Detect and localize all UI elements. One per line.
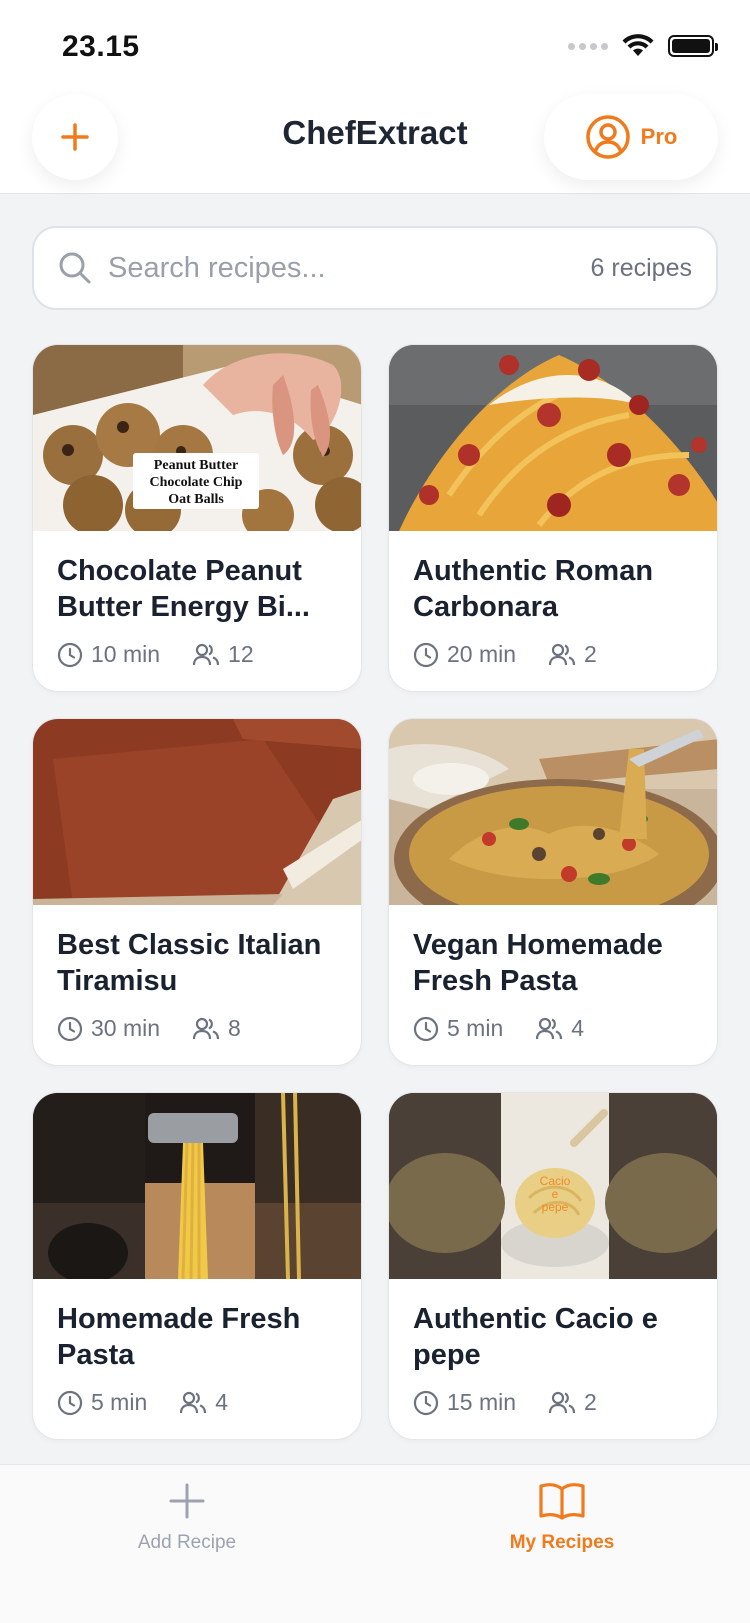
recipe-title: Vegan Homemade Fresh Pasta xyxy=(413,929,663,997)
recipe-title: Authentic Cacio e pepe xyxy=(413,1303,658,1371)
bottom-tab-bar: Add Recipe My Recipes xyxy=(0,1464,750,1623)
recipe-thumbnail xyxy=(33,1093,361,1279)
recipe-grid: Peanut Butter Chocolate Chip Oat Balls C… xyxy=(32,344,718,1440)
status-icons xyxy=(568,34,718,58)
cellular-signal-icon xyxy=(568,42,608,50)
recipe-thumbnail xyxy=(33,719,361,905)
recipe-time: 10 min xyxy=(91,641,161,667)
recipe-thumbnail: Cacio e pepe xyxy=(389,1093,717,1279)
recipe-title: Chocolate Peanut Butter Energy Bi... xyxy=(57,555,310,623)
search-bar: 6 recipes xyxy=(32,226,718,310)
recipe-servings: 2 xyxy=(584,641,597,667)
recipe-servings: 4 xyxy=(571,1015,585,1041)
svg-text:Chocolate Chip: Chocolate Chip xyxy=(150,475,243,490)
wifi-icon xyxy=(622,34,654,56)
plus-icon xyxy=(169,1483,205,1519)
tab-add-recipe[interactable]: Add Recipe xyxy=(87,1481,287,1554)
svg-text:Peanut Butter: Peanut Butter xyxy=(154,458,238,473)
recipe-servings: 4 xyxy=(215,1389,229,1415)
search-icon xyxy=(59,252,91,284)
recipe-card[interactable]: Cacio e pepe Authentic Cacio e pepe 15 m… xyxy=(388,1092,718,1440)
recipe-title: Homemade Fresh Pasta xyxy=(57,1303,301,1371)
search-input[interactable] xyxy=(108,251,591,285)
recipe-title: Authentic Roman Carbonara xyxy=(413,555,654,623)
recipe-card[interactable]: Homemade Fresh Pasta 5 min 4 xyxy=(32,1092,362,1440)
recipe-thumbnail xyxy=(389,345,717,531)
recipe-card[interactable]: Vegan Homemade Fresh Pasta 5 min 4 xyxy=(388,718,718,1066)
clock-icon xyxy=(413,1390,439,1415)
recipe-servings: 8 xyxy=(228,1015,241,1041)
pro-account-button[interactable]: Pro xyxy=(544,94,718,180)
recipe-title: Best Classic Italian Tiramisu xyxy=(57,929,322,997)
tab-add-recipe-label: Add Recipe xyxy=(137,1532,237,1553)
status-bar: 23.15 xyxy=(0,0,750,90)
recipe-thumbnail xyxy=(389,719,717,905)
svg-text:Oat Balls: Oat Balls xyxy=(168,492,224,507)
clock-icon xyxy=(57,642,83,667)
servings-icon xyxy=(536,1017,563,1039)
servings-icon xyxy=(548,643,576,665)
tab-my-recipes-label: My Recipes xyxy=(509,1532,615,1553)
svg-text:e: e xyxy=(552,1187,559,1201)
recipe-card[interactable]: Peanut Butter Chocolate Chip Oat Balls C… xyxy=(32,344,362,692)
recipe-time: 15 min xyxy=(447,1389,517,1415)
recipe-card[interactable]: Authentic Roman Carbonara 20 min 2 xyxy=(388,344,718,692)
open-book-icon xyxy=(539,1483,585,1520)
svg-text:Cacio: Cacio xyxy=(540,1174,571,1188)
servings-icon xyxy=(548,1391,576,1413)
clock-icon xyxy=(413,642,439,667)
recipe-servings: 12 xyxy=(228,641,254,667)
status-time: 23.15 xyxy=(62,30,140,63)
pro-label: Pro xyxy=(640,124,678,149)
svg-text:pepe: pepe xyxy=(542,1200,569,1214)
recipe-time: 5 min xyxy=(447,1015,504,1041)
recipe-thumbnail: Peanut Butter Chocolate Chip Oat Balls xyxy=(33,345,361,531)
clock-icon xyxy=(57,1390,83,1415)
recipe-card[interactable]: Best Classic Italian Tiramisu 30 min 8 xyxy=(32,718,362,1066)
tab-my-recipes[interactable]: My Recipes xyxy=(462,1481,662,1554)
clock-icon xyxy=(413,1016,439,1041)
recipe-time: 20 min xyxy=(447,641,517,667)
user-profile-icon xyxy=(585,115,630,159)
servings-icon xyxy=(192,643,220,665)
servings-icon xyxy=(192,1017,220,1039)
servings-icon xyxy=(180,1391,207,1413)
clock-icon xyxy=(57,1016,83,1041)
recipe-count: 6 recipes xyxy=(590,253,692,282)
recipe-time: 30 min xyxy=(91,1015,161,1041)
recipe-servings: 2 xyxy=(584,1389,597,1415)
recipe-time: 5 min xyxy=(91,1389,148,1415)
app-header: ChefExtract Pro xyxy=(0,90,750,194)
battery-icon xyxy=(668,35,718,57)
